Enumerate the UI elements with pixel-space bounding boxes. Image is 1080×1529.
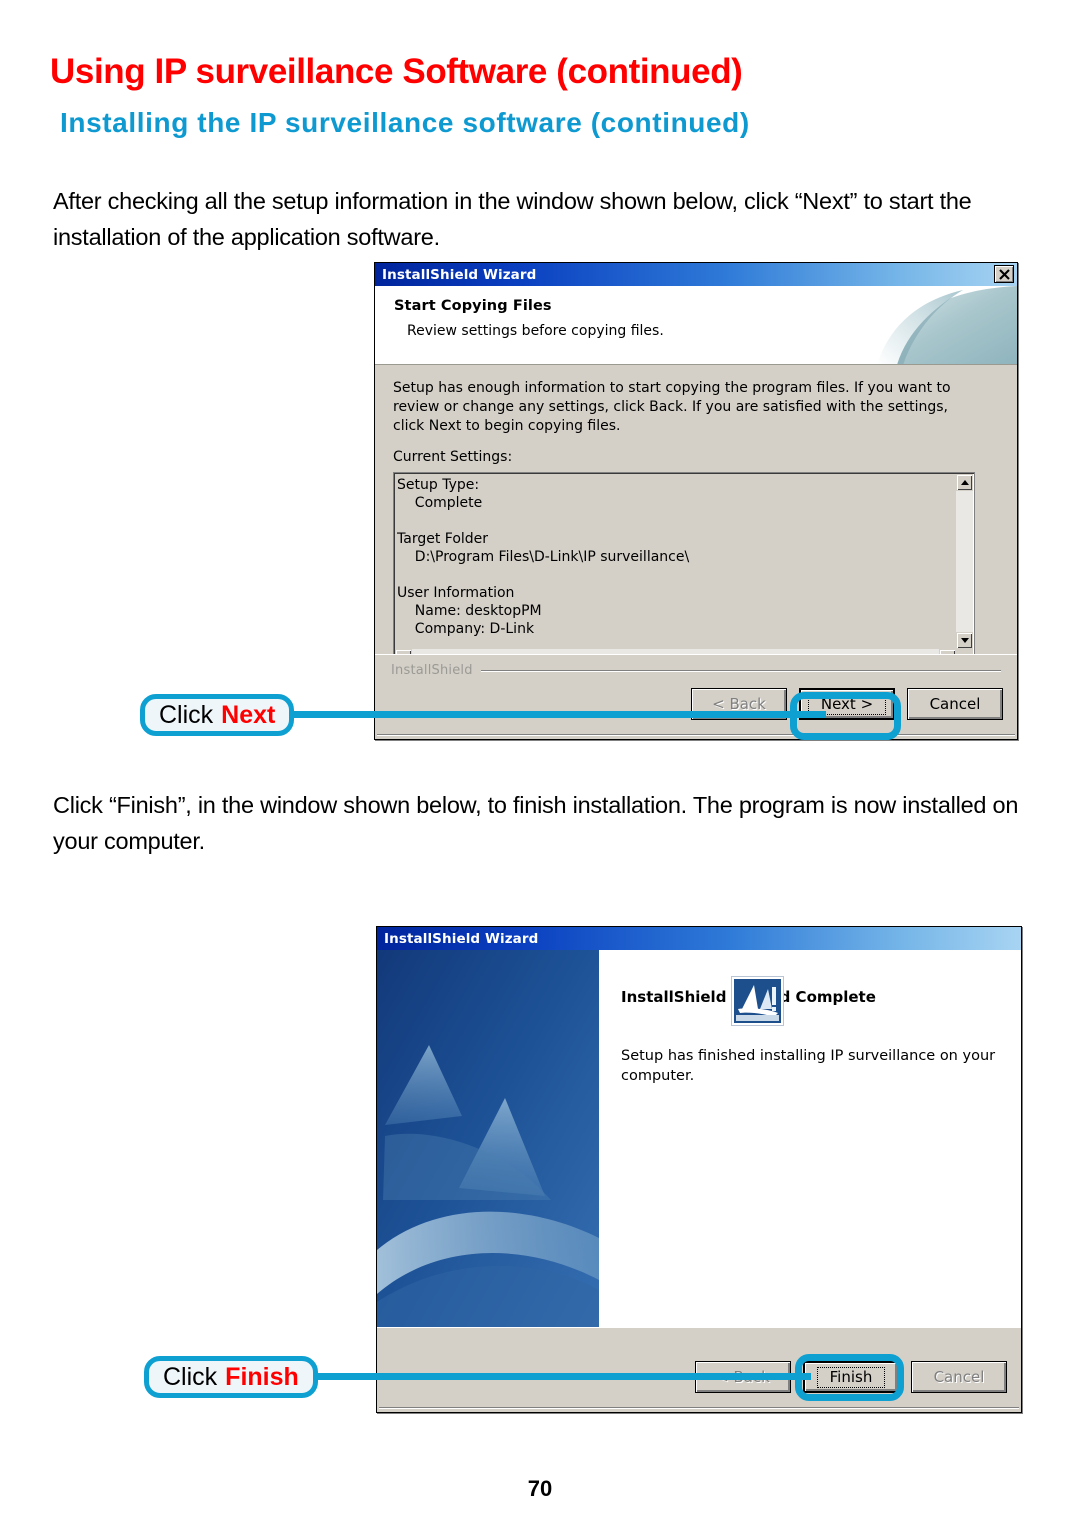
footer-divider: [377, 734, 1015, 736]
dialog-footer: InstallShield < Back Next > Cancel: [375, 654, 1017, 739]
finish-button-label: Finish: [816, 1366, 886, 1388]
callout-connector-next: [252, 711, 826, 718]
dialog-footer: < Back Finish Cancel: [377, 1327, 1021, 1412]
callout-connector-finish: [268, 1373, 811, 1380]
wizard-artwork-panel: [377, 950, 599, 1333]
dialog-titlebar: InstallShield Wizard: [377, 927, 1021, 950]
installshield-start-copying-dialog: InstallShield Wizard Start Copying Files…: [374, 262, 1018, 740]
current-settings-label: Current Settings:: [393, 449, 513, 465]
brand-divider: [480, 669, 1001, 672]
callout-click-next: Click Next: [140, 694, 295, 736]
callout-highlight: Finish: [225, 1362, 299, 1391]
dialog-body: InstallShield Wizard Complete Setup has …: [377, 950, 1021, 1334]
wizard-complete-message: Setup has finished installing IP surveil…: [621, 1048, 996, 1084]
intro-text: Setup has enough information to start co…: [393, 380, 951, 434]
banner-heading: Start Copying Files: [394, 298, 552, 314]
dialog-title: InstallShield Wizard: [382, 266, 537, 283]
settings-list-text: Setup Type: Complete Target Folder D:\Pr…: [397, 477, 690, 637]
installshield-sailboat-icon: [731, 976, 784, 1026]
page-number: 70: [527, 1476, 553, 1501]
scroll-up-icon[interactable]: [956, 474, 973, 491]
settings-listbox[interactable]: Setup Type: Complete Target Folder D:\Pr…: [393, 472, 975, 668]
finish-button[interactable]: Finish: [803, 1361, 899, 1393]
page-title: Using IP surveillance Software (continue…: [50, 52, 743, 91]
close-icon[interactable]: [994, 265, 1014, 283]
cancel-button[interactable]: Cancel: [911, 1361, 1007, 1393]
instruction-paragraph-next: After checking all the setup information…: [53, 188, 972, 250]
banner-subtitle: Review settings before copying files.: [407, 323, 664, 339]
instruction-paragraph-finish: Click “Finish”, in the window shown belo…: [53, 792, 1019, 854]
dialog-title: InstallShield Wizard: [384, 930, 539, 947]
dialog-banner: Start Copying Files Review settings befo…: [375, 286, 1017, 365]
callout-prefix: Click: [163, 1362, 218, 1391]
callout-click-finish: Click Finish: [144, 1356, 318, 1398]
dialog-titlebar: InstallShield Wizard: [375, 263, 1017, 286]
dialog-body: Setup has enough information to start co…: [375, 365, 1017, 675]
installshield-brand-label: InstallShield: [391, 663, 473, 678]
page-subtitle: Installing the IP surveillance software …: [60, 107, 750, 138]
banner-artwork-icon: [867, 286, 1017, 364]
footer-divider: [379, 1407, 1019, 1409]
callout-prefix: Click: [159, 700, 214, 729]
cancel-button[interactable]: Cancel: [907, 688, 1003, 720]
vertical-scrollbar[interactable]: [956, 474, 973, 649]
wizard-content-panel: InstallShield Wizard Complete Setup has …: [599, 950, 1021, 1333]
callout-highlight: Next: [221, 700, 276, 729]
installshield-wizard-complete-dialog: InstallShield Wizard InstallShield Compl…: [376, 926, 1022, 1413]
wizard-complete-heading: InstallShield Wizard Complete: [621, 988, 876, 1006]
installshield-brand-row: InstallShield: [391, 663, 1001, 678]
scroll-down-icon[interactable]: [956, 632, 973, 649]
